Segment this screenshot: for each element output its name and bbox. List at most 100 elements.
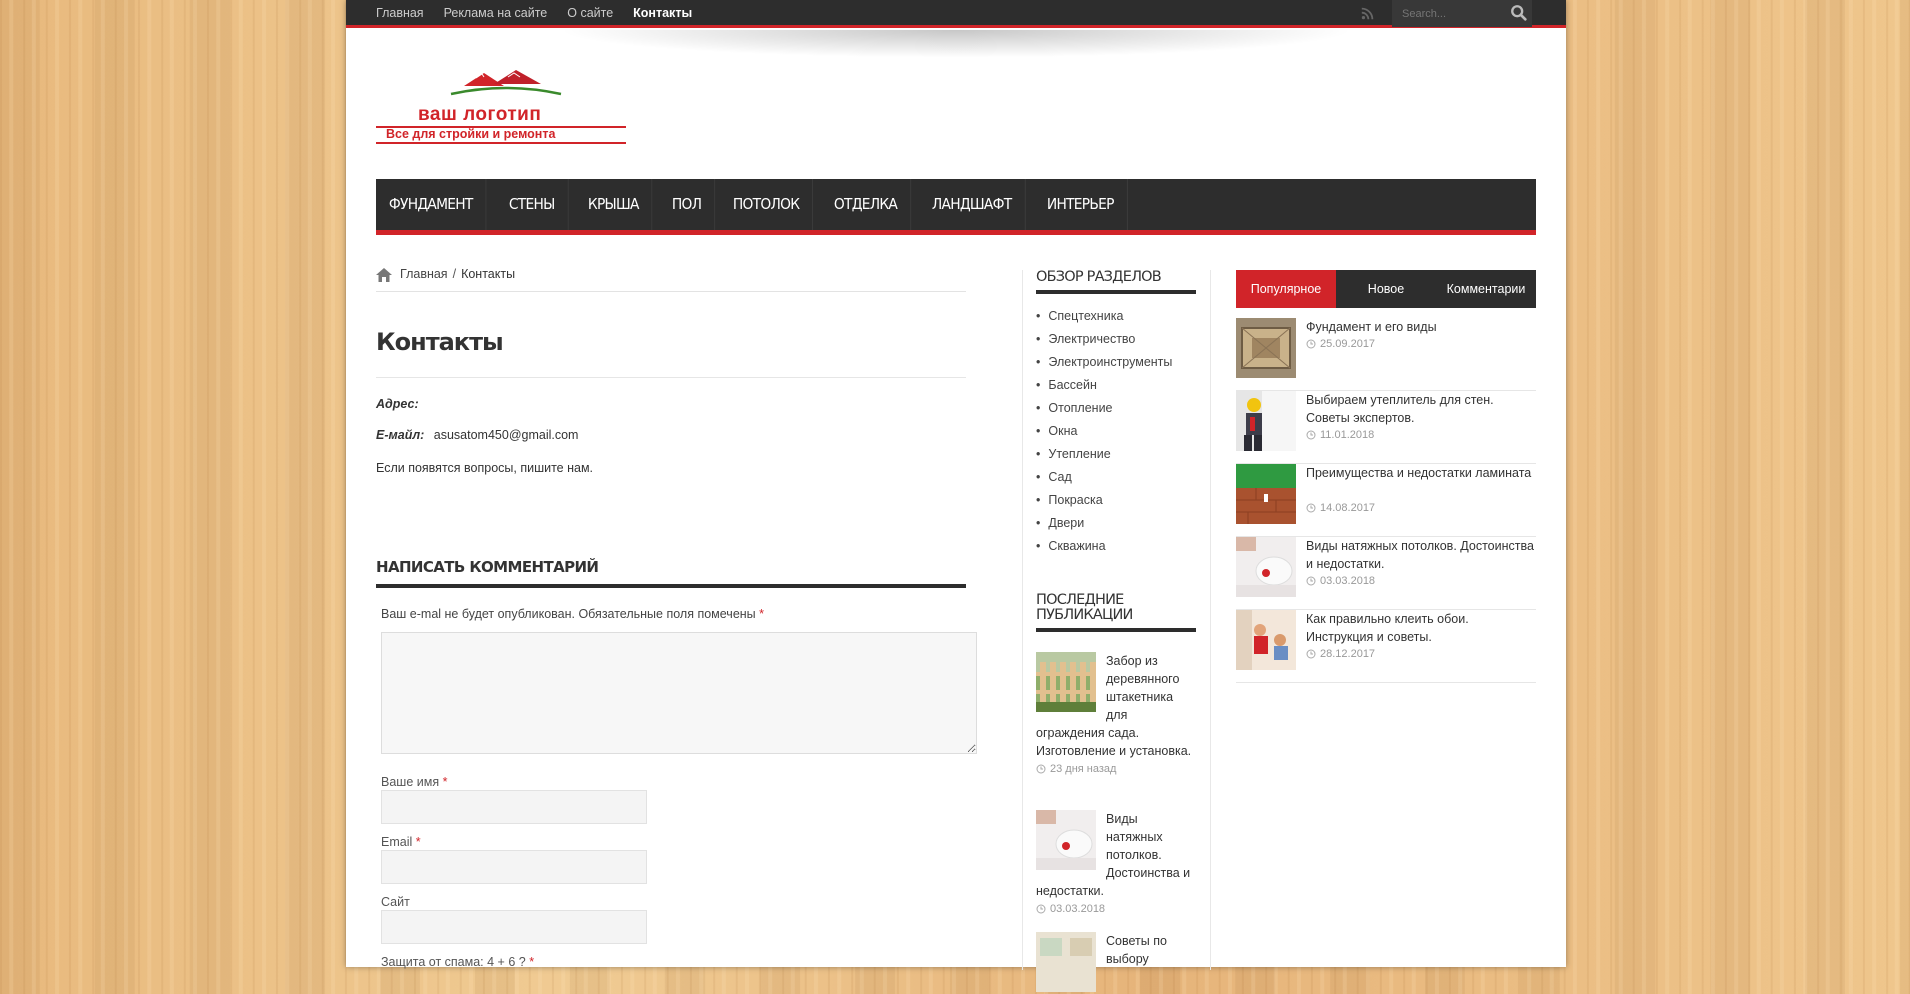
- category-item[interactable]: Скважина: [1036, 535, 1172, 558]
- top-nav-about[interactable]: О сайте: [567, 0, 613, 27]
- email-line: E-майл: asusatom450@gmail.com: [376, 428, 578, 442]
- recent-post-date: 23 дня назад: [1050, 763, 1117, 775]
- main-nav-floor[interactable]: ПОЛ: [659, 179, 715, 230]
- main-nav-landscape[interactable]: ЛАНДШАФТ: [919, 179, 1026, 230]
- address-label: Адрес:: [376, 397, 419, 411]
- required-mark: *: [759, 607, 765, 621]
- email-field-label-text: Email: [381, 835, 413, 849]
- category-item[interactable]: Электричество: [1036, 328, 1172, 351]
- clock-icon: [1306, 503, 1316, 513]
- tab-new[interactable]: Новое: [1336, 270, 1436, 308]
- top-nav: Главная Реклама на сайте О сайте Контакт…: [376, 0, 712, 27]
- email-value[interactable]: asusatom450@gmail.com: [434, 428, 579, 442]
- fence-thumbnail: [1036, 652, 1096, 712]
- clock-icon: [1306, 430, 1316, 440]
- name-required-mark: *: [442, 775, 448, 789]
- email-field[interactable]: [381, 850, 647, 884]
- name-input[interactable]: [381, 790, 647, 824]
- category-item[interactable]: Двери: [1036, 512, 1172, 535]
- laminate-thumbnail: [1236, 464, 1296, 524]
- wallpaper-thumbnail: [1236, 610, 1296, 670]
- recent-title-line1: ПОСЛЕДНИЕ: [1036, 592, 1124, 608]
- foundation-thumbnail: [1236, 318, 1296, 378]
- comment-form-note: Ваш e-mal не будет опубликован. Обязател…: [381, 607, 764, 621]
- popular-post-meta: 14.08.2017: [1306, 502, 1375, 514]
- category-item[interactable]: Окна: [1036, 420, 1172, 443]
- popular-post-date: 14.08.2017: [1320, 502, 1376, 514]
- breadcrumb-separator: /: [452, 267, 457, 281]
- recent-widget-title: ПОСЛЕДНИЕ ПУБЛИКАЦИИ: [1036, 593, 1196, 632]
- main-nav-roof[interactable]: КРЫША: [575, 179, 653, 230]
- main-nav-foundation[interactable]: ФУНДАМЕНТ: [376, 179, 487, 230]
- ceiling-thumbnail: [1236, 537, 1296, 597]
- category-item[interactable]: Покраска: [1036, 489, 1172, 512]
- main-nav-finishing[interactable]: ОТДЕЛКА: [821, 179, 911, 230]
- breadcrumb: Главная / Контакты: [376, 267, 966, 292]
- popular-post-title[interactable]: Выбираем утеплитель для стен. Советы экс…: [1306, 391, 1536, 427]
- popular-post-date: 11.01.2018: [1320, 429, 1375, 441]
- clock-icon: [1306, 576, 1316, 586]
- main-nav-ceiling[interactable]: ПОТОЛОК: [720, 179, 813, 230]
- popular-post[interactable]: Как правильно клеить обои. Инструкция и …: [1236, 610, 1536, 683]
- popular-post[interactable]: Преимущества и недостатки ламината 14.08…: [1236, 464, 1536, 537]
- comment-textarea[interactable]: [381, 632, 977, 754]
- breadcrumb-current: Контакты: [461, 267, 516, 281]
- popular-post-date: 25.09.2017: [1320, 338, 1376, 350]
- site-label: Сайт: [381, 895, 410, 909]
- popular-post-title[interactable]: Преимущества и недостатки ламината: [1306, 464, 1536, 482]
- categories-list: Спецтехника Электричество Электроинструм…: [1036, 305, 1172, 558]
- tab-comments[interactable]: Комментарии: [1436, 270, 1536, 308]
- email-label: E-майл:: [376, 428, 425, 442]
- popular-post[interactable]: Виды натяжных потолков. Достоинства и не…: [1236, 537, 1536, 610]
- site-input[interactable]: [381, 910, 647, 944]
- main-nav-interior[interactable]: ИНТЕРЬЕР: [1034, 179, 1128, 230]
- comment-form-title: НАПИСАТЬ КОММЕНТАРИЙ: [376, 558, 966, 588]
- comment-form-note-text: Ваш e-mal не будет опубликован. Обязател…: [381, 607, 756, 621]
- popular-post-title[interactable]: Фундамент и его виды: [1306, 318, 1536, 336]
- insulation-thumbnail: [1236, 391, 1296, 451]
- logo-subtitle: Все для стройки и ремонта: [386, 127, 556, 141]
- top-nav-home[interactable]: Главная: [376, 0, 424, 27]
- popular-post[interactable]: Выбираем утеплитель для стен. Советы экс…: [1236, 391, 1536, 464]
- top-nav-contacts[interactable]: Контакты: [633, 0, 692, 27]
- popular-post-meta: 11.01.2018: [1306, 429, 1374, 441]
- top-bar: Главная Реклама на сайте О сайте Контакт…: [346, 0, 1566, 28]
- top-nav-ads[interactable]: Реклама на сайте: [444, 0, 548, 27]
- breadcrumb-home-link[interactable]: Главная: [400, 267, 448, 281]
- tab-popular[interactable]: Популярное: [1236, 270, 1336, 308]
- popular-post-title[interactable]: Как правильно клеить обои. Инструкция и …: [1306, 610, 1536, 646]
- recent-post-meta: 23 дня назад: [1036, 760, 1196, 778]
- recent-post-title[interactable]: Советы по выбору: [1106, 934, 1167, 966]
- popular-post-meta: 28.12.2017: [1306, 648, 1375, 660]
- popular-post-title[interactable]: Виды натяжных потолков. Достоинства и не…: [1306, 537, 1536, 573]
- recent-post-date: 03.03.2018: [1050, 903, 1106, 915]
- rss-icon[interactable]: [1361, 7, 1374, 20]
- recent-post[interactable]: Виды натяжных потолков. Достоинства и не…: [1036, 810, 1196, 918]
- category-item[interactable]: Бассейн: [1036, 374, 1172, 397]
- category-item[interactable]: Утепление: [1036, 443, 1172, 466]
- home-icon[interactable]: [376, 268, 392, 282]
- header-shadow: [526, 30, 1386, 60]
- recent-title-line2: ПУБЛИКАЦИИ: [1036, 607, 1133, 623]
- category-item[interactable]: Спецтехника: [1036, 305, 1172, 328]
- recent-post[interactable]: Советы по выбору: [1036, 932, 1196, 994]
- room-thumbnail: [1036, 932, 1096, 992]
- popular-post-meta: 25.09.2017: [1306, 338, 1375, 350]
- page-title: Контакты: [376, 328, 966, 378]
- page-wrapper: Главная Реклама на сайте О сайте Контакт…: [346, 0, 1566, 992]
- popular-post[interactable]: Фундамент и его виды 25.09.2017: [1236, 318, 1536, 391]
- category-item[interactable]: Электроинструменты: [1036, 351, 1172, 374]
- logo-title: ваш логотип: [418, 104, 542, 125]
- main-nav-walls[interactable]: СТЕНЫ: [496, 179, 569, 230]
- contact-note: Если появятся вопросы, пишите нам.: [376, 461, 594, 475]
- site-logo[interactable]: ваш логотип Все для стройки и ремонта: [376, 68, 631, 148]
- category-item[interactable]: Отопление: [1036, 397, 1172, 420]
- clock-icon: [1306, 339, 1316, 349]
- categories-widget-title: ОБЗОР РАЗДЕЛОВ: [1036, 270, 1196, 294]
- recent-post[interactable]: Забор из деревянного штакетника для огра…: [1036, 652, 1196, 778]
- search-icon[interactable]: [1510, 4, 1528, 22]
- popular-post-date: 28.12.2017: [1320, 648, 1376, 660]
- category-item[interactable]: Сад: [1036, 466, 1172, 489]
- main-nav: ФУНДАМЕНТ СТЕНЫ КРЫША ПОЛ ПОТОЛОК ОТДЕЛК…: [376, 179, 1536, 235]
- roof-logo-icon: [450, 70, 562, 96]
